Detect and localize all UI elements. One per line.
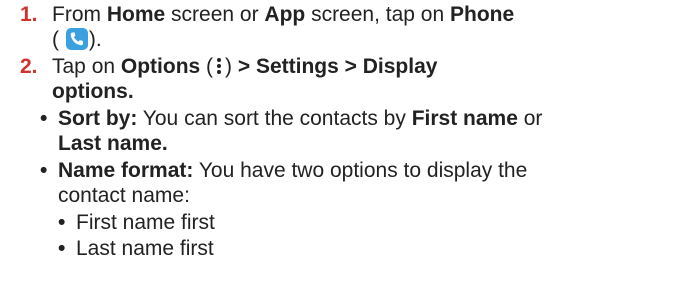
step-number: 1. [20, 3, 38, 26]
bullet-dot: • [58, 211, 66, 234]
bullet-dot: • [58, 237, 66, 260]
option-label: Last name first [76, 237, 214, 260]
step-2-line-1: Tap on Options () > Settings > Display [52, 55, 438, 78]
phone-icon [65, 28, 88, 50]
option-label: First name first [76, 211, 215, 234]
more-options-icon [215, 56, 223, 76]
bullet-sort-by-line-2: Last name. [58, 132, 168, 155]
bullet-dot: • [40, 107, 48, 130]
step-1-line-2: ( ). [52, 28, 102, 51]
instructions-page: 1. From Home screen or App screen, tap o… [0, 0, 678, 294]
bullet-dot: • [40, 159, 48, 182]
bullet-name-format-line-2: contact name: [58, 184, 190, 207]
step-1-line-1: From Home screen or App screen, tap on P… [52, 3, 515, 26]
step-2-line-2: options. [52, 80, 134, 103]
step-number: 2. [20, 55, 38, 78]
bullet-name-format-line-1: Name format: You have two options to dis… [58, 159, 528, 182]
bullet-sort-by-line-1: Sort by: You can sort the contacts by Fi… [58, 107, 543, 130]
